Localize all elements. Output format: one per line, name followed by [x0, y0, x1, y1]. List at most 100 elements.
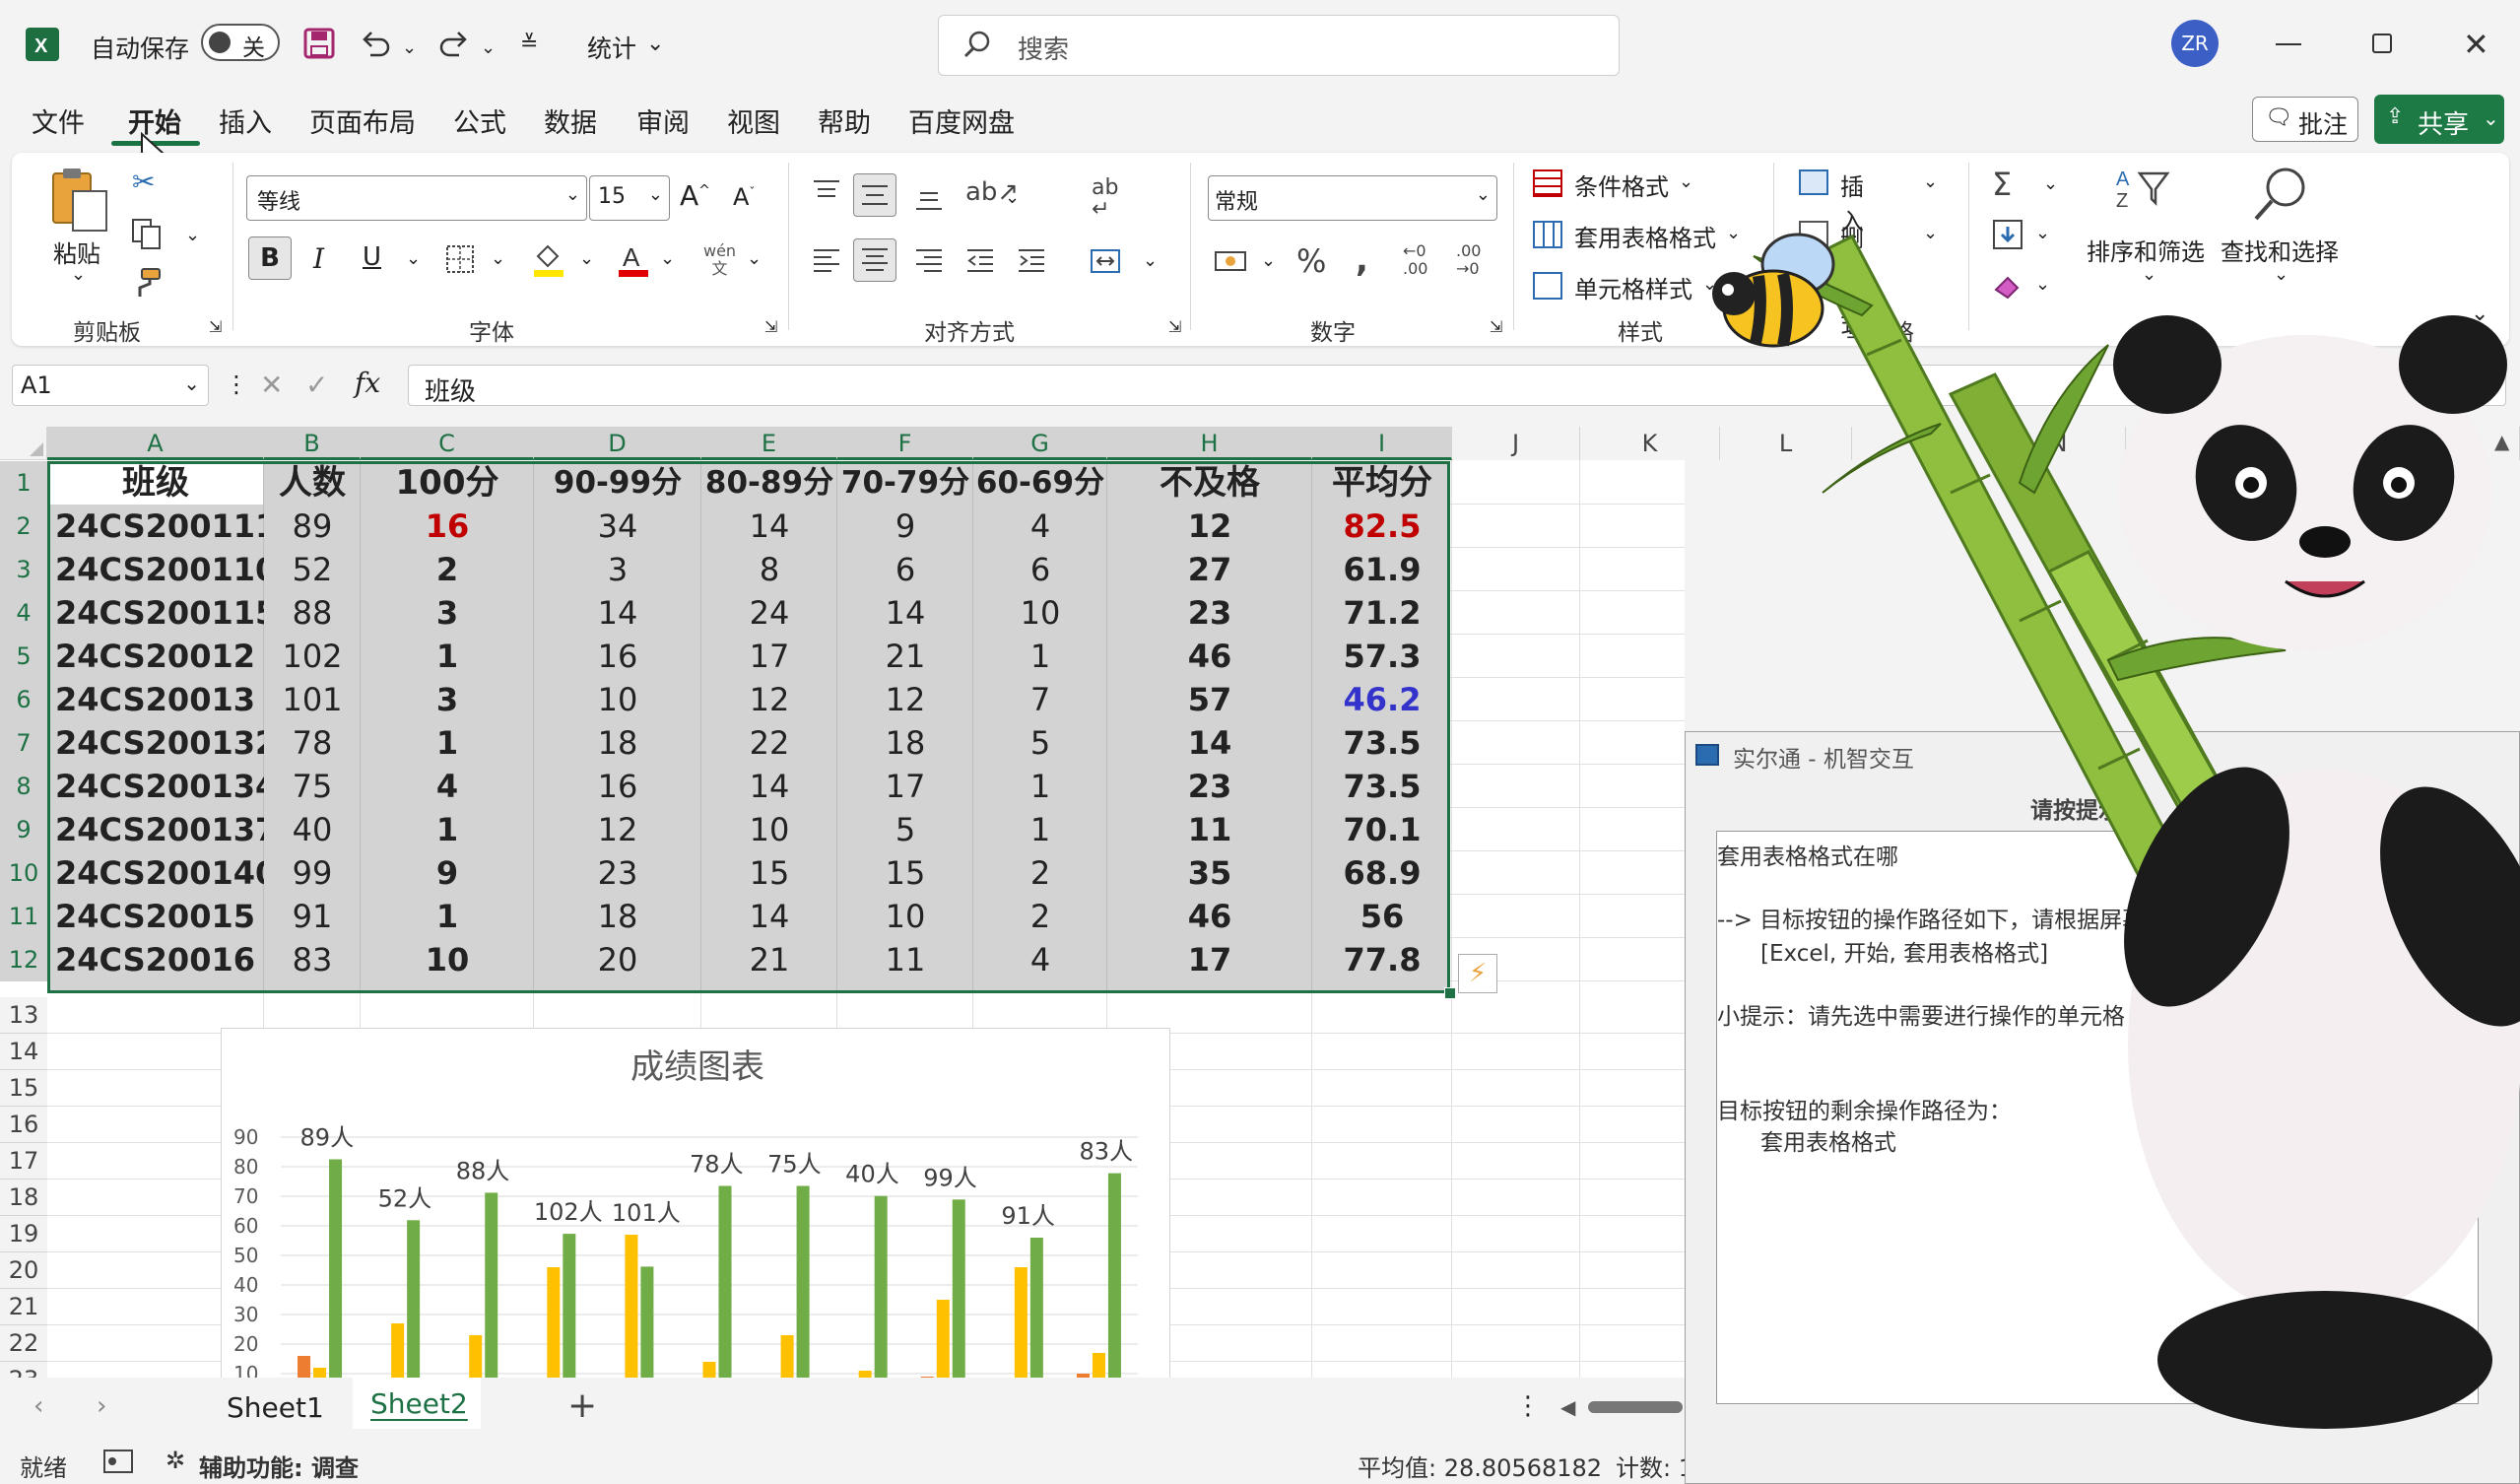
font-size-combo[interactable]: 15 ⌄	[589, 175, 670, 221]
column-header-e[interactable]: E	[701, 427, 837, 460]
search-box[interactable]: 搜索	[938, 15, 1620, 76]
autosum-dropdown-icon[interactable]: ⌄	[2043, 173, 2058, 194]
align-middle-icon[interactable]	[853, 173, 896, 217]
cut-icon[interactable]: ✂	[132, 166, 155, 198]
column-header-a[interactable]: A	[47, 427, 264, 460]
column-header-h[interactable]: H	[1107, 427, 1312, 460]
underline-dropdown-icon[interactable]: ⌄	[406, 248, 421, 269]
tab-insert[interactable]: 插入	[219, 101, 272, 140]
row-header-17[interactable]: 17	[0, 1143, 47, 1180]
row-header-2[interactable]: 2	[0, 505, 47, 548]
tab-baidu-netdisk[interactable]: 百度网盘	[908, 101, 1015, 140]
undo-dropdown-icon[interactable]: ⌄	[402, 37, 417, 58]
column-header-j[interactable]: J	[1452, 427, 1580, 460]
row-header-3[interactable]: 3	[0, 548, 47, 591]
hscroll-left-icon[interactable]: ◀	[1560, 1395, 1575, 1419]
fill-color-icon[interactable]	[532, 240, 565, 278]
clipboard-launcher-icon[interactable]: ⇲	[209, 317, 222, 336]
save-icon[interactable]	[303, 28, 335, 59]
format-painter-icon[interactable]	[130, 266, 164, 300]
comments-button[interactable]: 🗨 批注	[2252, 97, 2358, 142]
column-header-f[interactable]: F	[837, 427, 973, 460]
accounting-dropdown-icon[interactable]: ⌄	[1261, 250, 1276, 271]
row-header-16[interactable]: 16	[0, 1107, 47, 1143]
row-header-1[interactable]: 1	[0, 461, 47, 505]
name-box[interactable]: A1 ⌄	[12, 365, 209, 406]
percent-icon[interactable]: %	[1296, 242, 1326, 280]
phonetic-dropdown-icon[interactable]: ⌄	[747, 248, 762, 269]
row-header-19[interactable]: 19	[0, 1216, 47, 1252]
row-header-18[interactable]: 18	[0, 1180, 47, 1216]
row-header-9[interactable]: 9	[0, 808, 47, 851]
font-name-combo[interactable]: 等线 ⌄	[246, 175, 587, 221]
alignment-launcher-icon[interactable]: ⇲	[1168, 317, 1181, 336]
row-header-7[interactable]: 7	[0, 721, 47, 765]
align-center-icon[interactable]	[853, 238, 896, 282]
redo-dropdown-icon[interactable]: ⌄	[481, 37, 496, 58]
number-format-combo[interactable]: 常规 ⌄	[1208, 175, 1497, 221]
sheet-tab-sheet2[interactable]: Sheet2	[353, 1378, 481, 1429]
row-header-12[interactable]: 12	[0, 938, 47, 981]
sheet-next-icon[interactable]: ›	[97, 1391, 106, 1421]
paste-dropdown-icon[interactable]: ⌄	[71, 264, 86, 285]
row-header-6[interactable]: 6	[0, 678, 47, 721]
align-left-icon[interactable]	[812, 246, 841, 276]
macro-record-icon[interactable]	[102, 1449, 134, 1474]
row-header-13[interactable]: 13	[0, 997, 47, 1034]
bold-icon[interactable]: B	[248, 236, 292, 280]
column-header-i[interactable]: I	[1312, 427, 1452, 460]
customize-qat-icon[interactable]: ≚	[520, 32, 538, 56]
font-launcher-icon[interactable]: ⇲	[764, 317, 777, 336]
row-header-22[interactable]: 22	[0, 1325, 47, 1362]
sheet-options-icon[interactable]: ⋮	[1515, 1391, 1541, 1421]
horizontal-scrollbar[interactable]	[1588, 1401, 1683, 1413]
column-header-c[interactable]: C	[361, 427, 534, 460]
increase-decimal-icon[interactable]: ←0.00	[1403, 242, 1427, 278]
align-bottom-icon[interactable]	[914, 183, 944, 213]
restore-icon[interactable]	[2372, 34, 2392, 53]
confirm-entry-icon[interactable]: ✓	[305, 369, 328, 401]
wrap-text-icon[interactable]: ab ↵	[1092, 177, 1118, 221]
increase-indent-icon[interactable]	[1017, 246, 1046, 276]
tab-formulas[interactable]: 公式	[453, 101, 506, 140]
decrease-font-icon[interactable]: Aˇ	[733, 183, 755, 211]
fill-handle[interactable]	[1444, 987, 1456, 999]
copy-icon[interactable]	[130, 217, 164, 250]
status-accessibility[interactable]: 辅助功能: 调查	[199, 1449, 359, 1483]
font-color-icon[interactable]: A	[617, 240, 650, 278]
row-header-4[interactable]: 4	[0, 591, 47, 635]
avatar[interactable]: ZR	[2171, 20, 2219, 67]
row-header-5[interactable]: 5	[0, 635, 47, 678]
tab-page-layout[interactable]: 页面布局	[309, 101, 416, 140]
borders-icon[interactable]	[445, 244, 475, 274]
italic-icon[interactable]: I	[313, 242, 324, 275]
quick-analysis-icon[interactable]: ⚡	[1458, 954, 1497, 993]
orientation-dropdown-icon[interactable]: ⌄	[1005, 187, 1020, 208]
tab-view[interactable]: 视图	[727, 101, 780, 140]
merge-center-icon[interactable]	[1090, 246, 1121, 276]
insert-function-icon[interactable]: fx	[355, 367, 380, 399]
increase-font-icon[interactable]: A^	[680, 179, 710, 212]
font-color-dropdown-icon[interactable]: ⌄	[660, 248, 675, 269]
sheet-tab-sheet1[interactable]: Sheet1	[227, 1391, 324, 1424]
decrease-indent-icon[interactable]	[965, 246, 995, 276]
column-header-b[interactable]: B	[264, 427, 361, 460]
autosave-toggle[interactable]: 关	[201, 24, 280, 61]
column-header-g[interactable]: G	[973, 427, 1107, 460]
fill-color-dropdown-icon[interactable]: ⌄	[579, 248, 594, 269]
add-sheet-icon[interactable]: +	[567, 1385, 597, 1426]
number-launcher-icon[interactable]: ⇲	[1490, 317, 1502, 336]
row-header-10[interactable]: 10	[0, 851, 47, 895]
row-header-11[interactable]: 11	[0, 895, 47, 938]
tab-file[interactable]: 文件	[32, 101, 85, 140]
row-header-21[interactable]: 21	[0, 1289, 47, 1325]
phonetic-guide-icon[interactable]: wén 文	[703, 242, 736, 278]
more-options-icon[interactable]: ⋮	[225, 371, 248, 398]
redo-icon[interactable]	[437, 28, 471, 59]
underline-icon[interactable]: U	[363, 242, 381, 272]
paste-icon[interactable]	[49, 166, 110, 235]
select-all-corner[interactable]	[0, 427, 47, 460]
sheet-prev-icon[interactable]: ‹	[33, 1391, 43, 1421]
merge-dropdown-icon[interactable]: ⌄	[1143, 250, 1158, 271]
undo-icon[interactable]	[359, 28, 392, 59]
